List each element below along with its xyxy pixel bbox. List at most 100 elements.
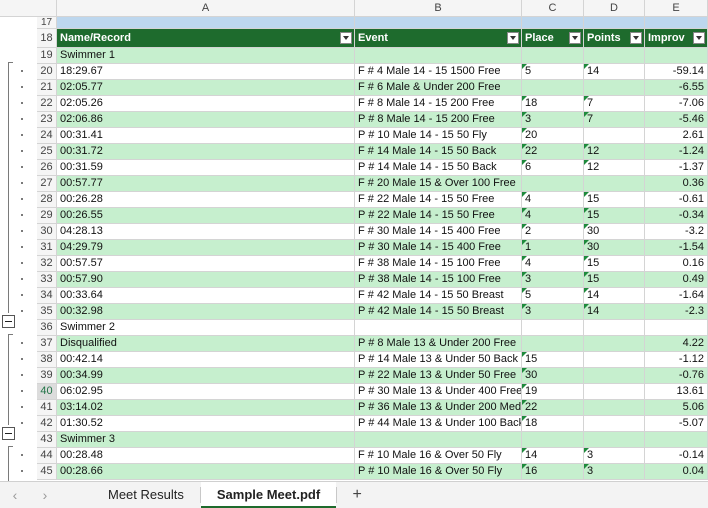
cell-e[interactable]: -6.55 xyxy=(645,80,708,95)
cell-d[interactable] xyxy=(584,384,645,399)
row-number[interactable]: 17 xyxy=(37,17,57,28)
cell-b[interactable]: P # 30 Male 14 - 15 400 Free xyxy=(355,240,522,255)
cell-e[interactable]: -5.07 xyxy=(645,416,708,431)
row-number[interactable]: 27 xyxy=(37,176,57,191)
cell-c[interactable]: 3 xyxy=(522,272,584,287)
cell-d[interactable]: 7 xyxy=(584,112,645,127)
cell-a[interactable]: 00:32.98 xyxy=(57,304,355,319)
row-number[interactable]: 40 xyxy=(37,384,57,399)
cell-e[interactable]: -7.06 xyxy=(645,96,708,111)
cell-c[interactable]: 22 xyxy=(522,400,584,415)
header-points[interactable]: Points xyxy=(584,29,645,47)
cell-c[interactable]: 3 xyxy=(522,112,584,127)
cell-e[interactable]: 5.06 xyxy=(645,400,708,415)
scroll-tabs-right-icon[interactable]: › xyxy=(30,487,60,503)
header-event[interactable]: Event xyxy=(355,29,522,47)
row-number[interactable]: 32 xyxy=(37,256,57,271)
cell-b[interactable] xyxy=(355,432,522,447)
cell-c[interactable] xyxy=(522,336,584,351)
cell-d[interactable]: 15 xyxy=(584,192,645,207)
row-number[interactable]: 25 xyxy=(37,144,57,159)
cell-e[interactable]: -1.37 xyxy=(645,160,708,175)
cell-c[interactable] xyxy=(522,80,584,95)
row-number[interactable]: 22 xyxy=(37,96,57,111)
cell-a[interactable]: 02:06.86 xyxy=(57,112,355,127)
cell-a[interactable]: 00:57.57 xyxy=(57,256,355,271)
cell-c[interactable]: 14 xyxy=(522,448,584,463)
cell-a[interactable]: 00:31.59 xyxy=(57,160,355,175)
cell-e[interactable]: -0.14 xyxy=(645,448,708,463)
collapse-group-minus-button[interactable] xyxy=(2,427,15,440)
cell-d[interactable] xyxy=(584,432,645,447)
cell-a[interactable]: 04:28.13 xyxy=(57,224,355,239)
cell-a[interactable]: 00:34.99 xyxy=(57,368,355,383)
cell-b[interactable]: P # 10 Male 14 - 15 50 Fly xyxy=(355,128,522,143)
cell-d[interactable] xyxy=(584,400,645,415)
cell-a[interactable]: Swimmer 1 xyxy=(57,48,355,63)
cell-e[interactable]: 0.49 xyxy=(645,272,708,287)
header-improv[interactable]: Improv xyxy=(645,29,708,47)
cell-e[interactable]: -3.2 xyxy=(645,224,708,239)
cell-e[interactable]: -1.12 xyxy=(645,352,708,367)
column-header-d[interactable]: D xyxy=(584,0,645,16)
cell-c[interactable]: 4 xyxy=(522,192,584,207)
cell-b[interactable]: P # 44 Male 13 & Under 100 Back xyxy=(355,416,522,431)
filter-dropdown-icon[interactable] xyxy=(569,32,581,44)
cell-e[interactable]: -59.14 xyxy=(645,64,708,79)
cell-e[interactable]: -0.61 xyxy=(645,192,708,207)
cell-d[interactable]: 3 xyxy=(584,448,645,463)
row-number[interactable]: 42 xyxy=(37,416,57,431)
cell-d[interactable]: 7 xyxy=(584,96,645,111)
collapse-group-minus-button[interactable] xyxy=(2,315,15,328)
cell-e[interactable]: 4.22 xyxy=(645,336,708,351)
column-header-e[interactable]: E xyxy=(645,0,708,16)
cell-c[interactable]: 2 xyxy=(522,224,584,239)
cell-d[interactable]: 14 xyxy=(584,288,645,303)
cell-c[interactable]: 5 xyxy=(522,64,584,79)
cell-e[interactable]: -1.24 xyxy=(645,144,708,159)
cell-b[interactable]: F # 42 Male 14 - 15 50 Breast xyxy=(355,288,522,303)
cell-e[interactable]: -5.46 xyxy=(645,112,708,127)
cell-c[interactable]: 15 xyxy=(522,352,584,367)
cell-d[interactable] xyxy=(584,352,645,367)
cell-d[interactable]: 12 xyxy=(584,160,645,175)
cell-d[interactable] xyxy=(584,336,645,351)
cell-c[interactable]: 30 xyxy=(522,368,584,383)
cell-c[interactable] xyxy=(522,48,584,63)
cell-d[interactable] xyxy=(584,320,645,335)
cell-c[interactable] xyxy=(522,320,584,335)
filter-dropdown-icon[interactable] xyxy=(507,32,519,44)
cell-b[interactable]: F # 8 Male 14 - 15 200 Free xyxy=(355,96,522,111)
cell-a[interactable]: 02:05.77 xyxy=(57,80,355,95)
cell-b[interactable]: P # 10 Male 16 & Over 50 Fly xyxy=(355,464,522,479)
cell-c[interactable]: 19 xyxy=(522,384,584,399)
cell-e[interactable]: 0.16 xyxy=(645,256,708,271)
cell-b[interactable]: P # 22 Male 14 - 15 50 Free xyxy=(355,208,522,223)
cell-b[interactable]: F # 20 Male 15 & Over 100 Free xyxy=(355,176,522,191)
row-number[interactable]: 31 xyxy=(37,240,57,255)
cell-a[interactable]: 01:30.52 xyxy=(57,416,355,431)
cell-a[interactable]: 00:33.64 xyxy=(57,288,355,303)
column-header-a[interactable]: A xyxy=(57,0,355,16)
cell-b[interactable]: F # 38 Male 14 - 15 100 Free xyxy=(355,256,522,271)
row-number[interactable]: 37 xyxy=(37,336,57,351)
row-number[interactable]: 33 xyxy=(37,272,57,287)
cell-a[interactable]: 02:05.26 xyxy=(57,96,355,111)
filter-dropdown-icon[interactable] xyxy=(340,32,352,44)
cell-b[interactable]: P # 22 Male 13 & Under 50 Free xyxy=(355,368,522,383)
cell-c[interactable]: 20 xyxy=(522,128,584,143)
row-number[interactable]: 21 xyxy=(37,80,57,95)
row-number[interactable]: 44 xyxy=(37,448,57,463)
cell-e[interactable]: 0.04 xyxy=(645,464,708,479)
cell-b[interactable]: P # 14 Male 13 & Under 50 Back xyxy=(355,352,522,367)
cell-b[interactable]: P # 42 Male 14 - 15 50 Breast xyxy=(355,304,522,319)
row-number[interactable]: 35 xyxy=(37,304,57,319)
cell-c[interactable] xyxy=(522,176,584,191)
cell-b[interactable]: P # 36 Male 13 & Under 200 Medley xyxy=(355,400,522,415)
row-number[interactable]: 34 xyxy=(37,288,57,303)
row-number[interactable]: 26 xyxy=(37,160,57,175)
cell-a[interactable]: 00:26.55 xyxy=(57,208,355,223)
cell-e[interactable]: -1.54 xyxy=(645,240,708,255)
cell-e[interactable] xyxy=(645,432,708,447)
cell-d[interactable]: 14 xyxy=(584,64,645,79)
